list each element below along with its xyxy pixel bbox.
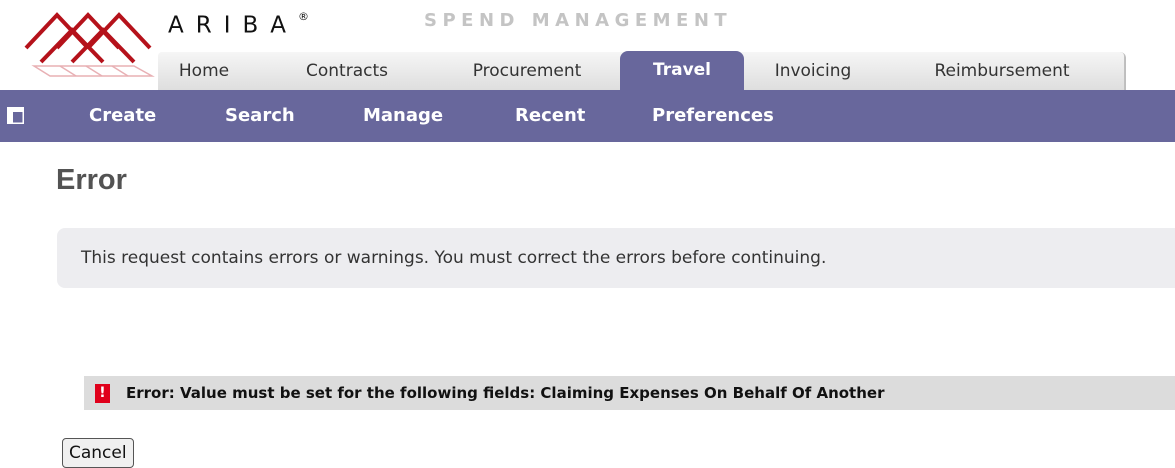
page-title: Error: [56, 164, 127, 196]
menu-search[interactable]: Search: [225, 90, 295, 142]
tab-travel[interactable]: Travel: [620, 51, 744, 90]
error-banner: ! Error: Value must be set for the follo…: [84, 376, 1175, 410]
menu-preferences[interactable]: Preferences: [652, 90, 774, 142]
menu-manage[interactable]: Manage: [363, 90, 443, 142]
tab-home[interactable]: Home: [164, 52, 244, 90]
error-text: Error: Value must be set for the followi…: [126, 384, 885, 402]
brand-registered-mark: ®: [298, 10, 310, 23]
ariba-logo: [24, 12, 155, 77]
menu-bar: Create Search Manage Recent Preferences: [0, 90, 1175, 142]
error-icon: !: [95, 384, 110, 403]
brand-text: ARIBA: [168, 12, 299, 39]
tab-reimbursement[interactable]: Reimbursement: [896, 52, 1108, 90]
message-panel: This request contains errors or warnings…: [57, 228, 1175, 288]
layout-icon[interactable]: [7, 107, 24, 124]
tab-procurement[interactable]: Procurement: [442, 52, 612, 90]
cancel-button[interactable]: Cancel: [62, 438, 134, 468]
menu-create[interactable]: Create: [89, 90, 156, 142]
page: ARIBA® SPEND MANAGEMENT Home Contracts P…: [0, 0, 1175, 468]
tab-invoicing[interactable]: Invoicing: [752, 52, 874, 90]
message-text: This request contains errors or warnings…: [81, 248, 827, 268]
menu-recent[interactable]: Recent: [515, 90, 585, 142]
brand-name: ARIBA®: [168, 8, 309, 39]
tagline: SPEND MANAGEMENT: [424, 10, 733, 31]
tab-contracts[interactable]: Contracts: [282, 52, 412, 90]
tab-bar: Home Contracts Procurement Travel Invoic…: [158, 51, 1124, 90]
